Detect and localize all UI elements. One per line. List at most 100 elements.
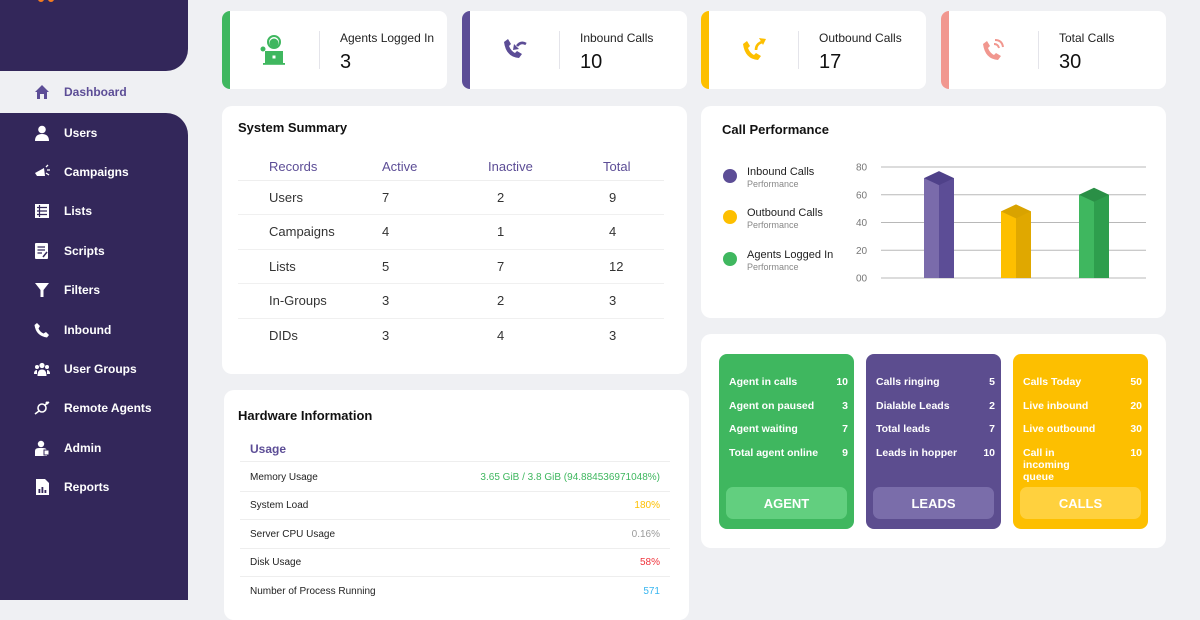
calls-button[interactable]: CALLS (1020, 487, 1141, 519)
divider (559, 31, 560, 69)
panel-row-value: 5 (989, 376, 995, 388)
panel-row-label: Dialable Leads (876, 399, 950, 412)
stat-card-total-calls[interactable]: Total Calls 30 (941, 11, 1166, 89)
panel-row-label: Total leads (876, 423, 931, 435)
y-tick-label: 20 (856, 246, 868, 257)
panel-row: Agent in calls 10 (729, 376, 848, 400)
sidebar-item-inbound[interactable]: Inbound (0, 310, 188, 349)
stat-accent-bar (701, 11, 709, 89)
table-cell: 3 (603, 283, 664, 319)
sidebar-item-lists[interactable]: Lists (0, 192, 188, 231)
divider (1038, 31, 1039, 69)
legend-label: Inbound Calls (747, 166, 815, 178)
panel-row-value: 2 (989, 399, 995, 412)
panel-row-label: Calls Today (1023, 376, 1082, 388)
usage-section-header: Usage (240, 436, 670, 462)
bar-chart: 00 20 40 60 80 (856, 163, 1146, 285)
column-header: Active (382, 154, 488, 181)
sidebar-item-users[interactable]: Users (0, 113, 188, 152)
sidebar-item-user-groups[interactable]: User Groups (0, 349, 188, 388)
users-group-icon (34, 361, 50, 377)
hardware-row: Memory Usage 3.65 GiB / 3.8 GiB (94.88453… (240, 464, 670, 492)
panel-row-label: Total agent online (729, 446, 819, 459)
panel-row-value: 9 (842, 446, 848, 459)
card-title: System Summary (238, 120, 348, 135)
sidebar-nav: Dashboard Users Campaigns Lists Scripts … (0, 71, 188, 507)
bar-agents-logged-in (1079, 187, 1109, 278)
stat-accent-bar (941, 11, 949, 89)
hardware-row: Number of Process Running 571 (240, 577, 670, 605)
stat-card-inbound-calls[interactable]: Inbound Calls 10 (462, 11, 687, 89)
system-summary-card: System Summary Records Active Inactive T… (222, 106, 687, 374)
phone-ringing-icon (971, 33, 1015, 67)
y-tick-label: 80 (856, 163, 868, 174)
column-header: Inactive (488, 154, 603, 181)
table-header-row: Records Active Inactive Total (238, 154, 664, 181)
panel-row-label: Call in incoming queue (1023, 446, 1070, 483)
bar-face-side (939, 178, 954, 278)
sidebar-item-dashboard[interactable]: Dashboard (18, 71, 188, 113)
stat-accent-bar (462, 11, 470, 89)
table-cell: 7 (488, 249, 603, 284)
legend-dot (723, 210, 737, 224)
sidebar-item-scripts[interactable]: Scripts (0, 231, 188, 270)
table-cell: 9 (603, 180, 664, 215)
admin-icon (34, 440, 50, 456)
status-panels-card: Agent in calls 10 Agent on paused 3 Agent wa… (701, 334, 1166, 548)
sidebar-item-campaigns[interactable]: Campaigns (0, 152, 188, 191)
agent-button[interactable]: AGENT (726, 487, 847, 519)
divider (319, 31, 320, 69)
panel-row-label: Leads in hopper (876, 446, 958, 459)
filter-icon (34, 282, 50, 298)
hardware-row: Server CPU Usage 0.16% (240, 521, 670, 549)
sidebar-item-filters[interactable]: Filters (0, 271, 188, 310)
hardware-value: 58% (639, 556, 660, 568)
outbound-call-icon (731, 33, 775, 67)
legend-label: Outbound Calls (747, 207, 823, 219)
legend-sublabel: Performance (747, 179, 799, 189)
panel-row-value: 10 (836, 376, 848, 388)
home-icon (34, 84, 50, 100)
sidebar-item-label: Admin (64, 440, 102, 455)
stat-label: Total Calls (1059, 31, 1115, 45)
panel-row: Total agent online 9 (729, 447, 848, 471)
panel-row-label: Agent on paused (729, 399, 815, 412)
panel-row-value: 30 (1130, 423, 1142, 435)
panel-row: Total leads 7 (876, 423, 995, 447)
table-row: Campaigns 4 1 4 (238, 214, 664, 250)
call-performance-card: Call Performance Inbound Calls Performan… (701, 106, 1166, 318)
table-row: Users 7 2 9 (238, 180, 664, 215)
panel-row: Agent on paused 3 (729, 400, 848, 424)
stat-card-outbound-calls[interactable]: Outbound Calls 17 (701, 11, 926, 89)
column-header: Records (238, 154, 382, 181)
leads-button[interactable]: LEADS (873, 487, 994, 519)
y-tick-label: 40 (856, 218, 868, 229)
table-row: DIDs 3 4 3 (238, 318, 664, 353)
report-icon (34, 479, 50, 496)
sidebar-item-admin[interactable]: Admin (0, 428, 188, 467)
table-cell: 5 (382, 249, 488, 284)
hardware-value: 3.65 GiB / 3.8 GiB (94.884536971048%) (480, 472, 660, 483)
panel-row-value: 20 (1130, 399, 1142, 412)
table-row: In-Groups 3 2 3 (238, 283, 664, 319)
bar-face-side (1016, 211, 1031, 278)
user-icon (34, 125, 50, 141)
stat-accent-bar (222, 11, 230, 89)
hardware-row: System Load 180% (240, 492, 670, 521)
stat-value: 3 (340, 51, 352, 73)
sidebar-item-label: Remote Agents (64, 401, 152, 416)
system-summary-table: Records Active Inactive Total Users 7 2 9 Ca… (238, 154, 664, 353)
list-icon (34, 203, 50, 219)
table-cell: 4 (603, 214, 664, 250)
column-header: Total (603, 154, 664, 181)
legend-sublabel: Performance (747, 262, 799, 272)
bar-face-front (1079, 194, 1094, 278)
stat-card-agents-logged-in[interactable]: Agents Logged In 3 (222, 11, 447, 89)
table-cell: 2 (488, 283, 603, 319)
sidebar-item-remote-agents[interactable]: Remote Agents (0, 389, 188, 428)
bar-face-front (924, 178, 939, 278)
inbound-call-icon (492, 33, 536, 67)
table-cell: Campaigns (238, 214, 382, 250)
table-cell: Lists (238, 249, 382, 284)
sidebar-item-reports[interactable]: Reports (0, 468, 188, 507)
